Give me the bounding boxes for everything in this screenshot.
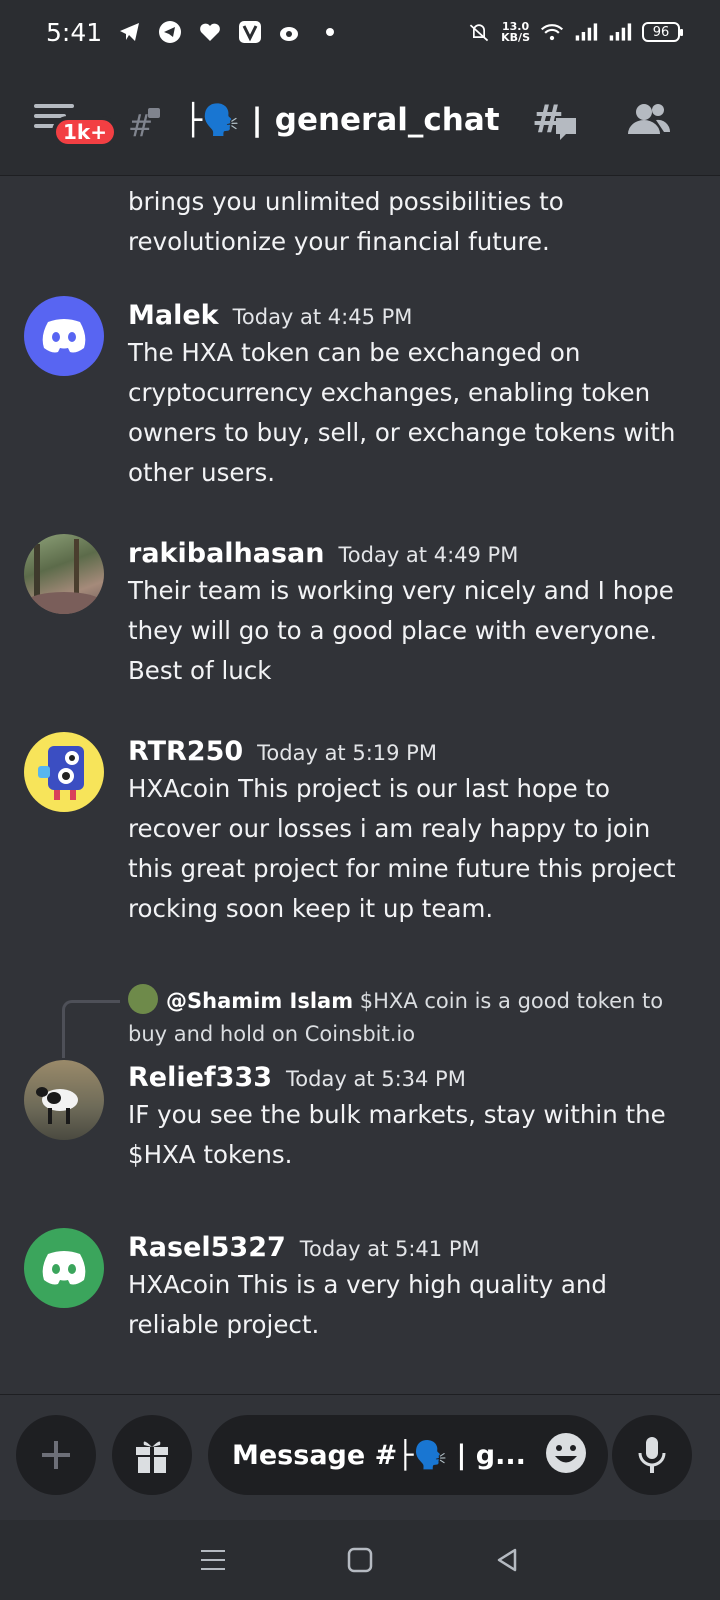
avatar[interactable] <box>24 1060 104 1140</box>
home-button[interactable] <box>340 1540 380 1580</box>
status-bar: 5:41 13.0 KB/S 96 <box>0 0 720 64</box>
author-name[interactable]: Relief333 <box>128 1062 272 1093</box>
message-text: Their team is working very nicely and I … <box>128 576 674 685</box>
signal-icon <box>574 20 598 44</box>
message-composer <box>0 1394 720 1520</box>
weibo-icon <box>278 20 302 44</box>
plus-icon <box>42 1441 70 1469</box>
square-icon <box>347 1547 373 1573</box>
menu-button[interactable]: 1k+ <box>34 100 118 148</box>
threads-icon: # <box>532 97 576 141</box>
author-name[interactable]: Rasel5327 <box>128 1232 286 1263</box>
robot-avatar-icon <box>38 746 84 800</box>
message-timestamp: Today at 5:41 PM <box>299 1237 480 1261</box>
photo-avatar-icon <box>24 539 104 614</box>
heart-icon <box>198 20 222 44</box>
message-timestamp: Today at 4:45 PM <box>232 305 413 329</box>
threads-button[interactable]: # <box>532 96 580 144</box>
reply-avatar <box>128 984 158 1014</box>
microphone-icon <box>638 1437 666 1473</box>
status-time: 5:41 <box>46 17 103 47</box>
message-timestamp: Today at 5:19 PM <box>257 741 437 765</box>
message-text: brings you unlimited possibilities to re… <box>128 187 564 256</box>
back-triangle-icon <box>497 1548 516 1572</box>
avatar[interactable] <box>24 534 104 614</box>
message-timestamp: Today at 5:34 PM <box>286 1067 466 1091</box>
author-name[interactable]: Malek <box>128 300 219 331</box>
reply-mention[interactable]: @Shamim Islam <box>166 989 353 1013</box>
back-button[interactable] <box>487 1540 527 1580</box>
avatar[interactable] <box>24 732 104 812</box>
net-speed-unit: KB/S <box>501 31 530 44</box>
signal-icon-2 <box>608 20 632 44</box>
wifi-icon <box>540 20 564 44</box>
channel-name: general_chat <box>274 102 500 138</box>
gift-icon <box>136 1441 168 1473</box>
gift-button[interactable] <box>112 1415 192 1495</box>
dot-icon <box>318 20 342 44</box>
channel-separator: | <box>251 102 263 138</box>
avatar[interactable] <box>24 296 104 376</box>
system-nav-bar <box>0 1520 720 1600</box>
mute-icon <box>467 20 491 44</box>
discord-logo-icon <box>42 1251 86 1285</box>
channel-header: 1k+ # ├🗣️ | general_chat # <box>0 64 720 176</box>
reply-preview[interactable]: @Shamim Islam $HXA coin is a good token … <box>128 984 680 1051</box>
menu-lines-icon <box>201 1550 226 1570</box>
locked-channel-icon: # <box>128 106 164 150</box>
v-app-icon <box>238 20 262 44</box>
message-text: HXAcoin This is a very high quality and … <box>128 1270 607 1339</box>
unread-badge: 1k+ <box>52 116 118 148</box>
members-button[interactable] <box>624 96 672 144</box>
message-text: The HXA token can be exchanged on crypto… <box>128 338 676 487</box>
emoji-button[interactable] <box>544 1431 592 1479</box>
message-text: IF you see the bulk markets, stay within… <box>128 1100 666 1169</box>
message-text: HXAcoin This project is our last hope to… <box>128 774 676 923</box>
author-name[interactable]: rakibalhasan <box>128 538 325 569</box>
channel-title[interactable]: ├🗣️ | general_chat <box>184 102 500 138</box>
discord-logo-icon <box>42 319 86 353</box>
cow-photo-avatar-icon <box>36 1087 78 1124</box>
telegram-circle-icon <box>158 20 182 44</box>
channel-emoji-icon: ├🗣️ <box>184 102 240 138</box>
recents-button[interactable] <box>193 1540 233 1580</box>
reply-connector <box>62 1000 120 1058</box>
network-speed: 13.0 KB/S <box>501 21 530 43</box>
emoji-icon <box>546 1433 586 1473</box>
telegram-icon <box>118 20 142 44</box>
author-name[interactable]: RTR250 <box>128 736 243 767</box>
voice-button[interactable] <box>612 1415 692 1495</box>
message-timestamp: Today at 4:49 PM <box>338 543 519 567</box>
attach-button[interactable] <box>16 1415 96 1495</box>
avatar[interactable] <box>24 1228 104 1308</box>
message-list[interactable]: brings you unlimited possibilities to re… <box>0 176 720 1394</box>
members-icon <box>628 104 671 134</box>
battery-indicator: 96 <box>642 22 683 42</box>
